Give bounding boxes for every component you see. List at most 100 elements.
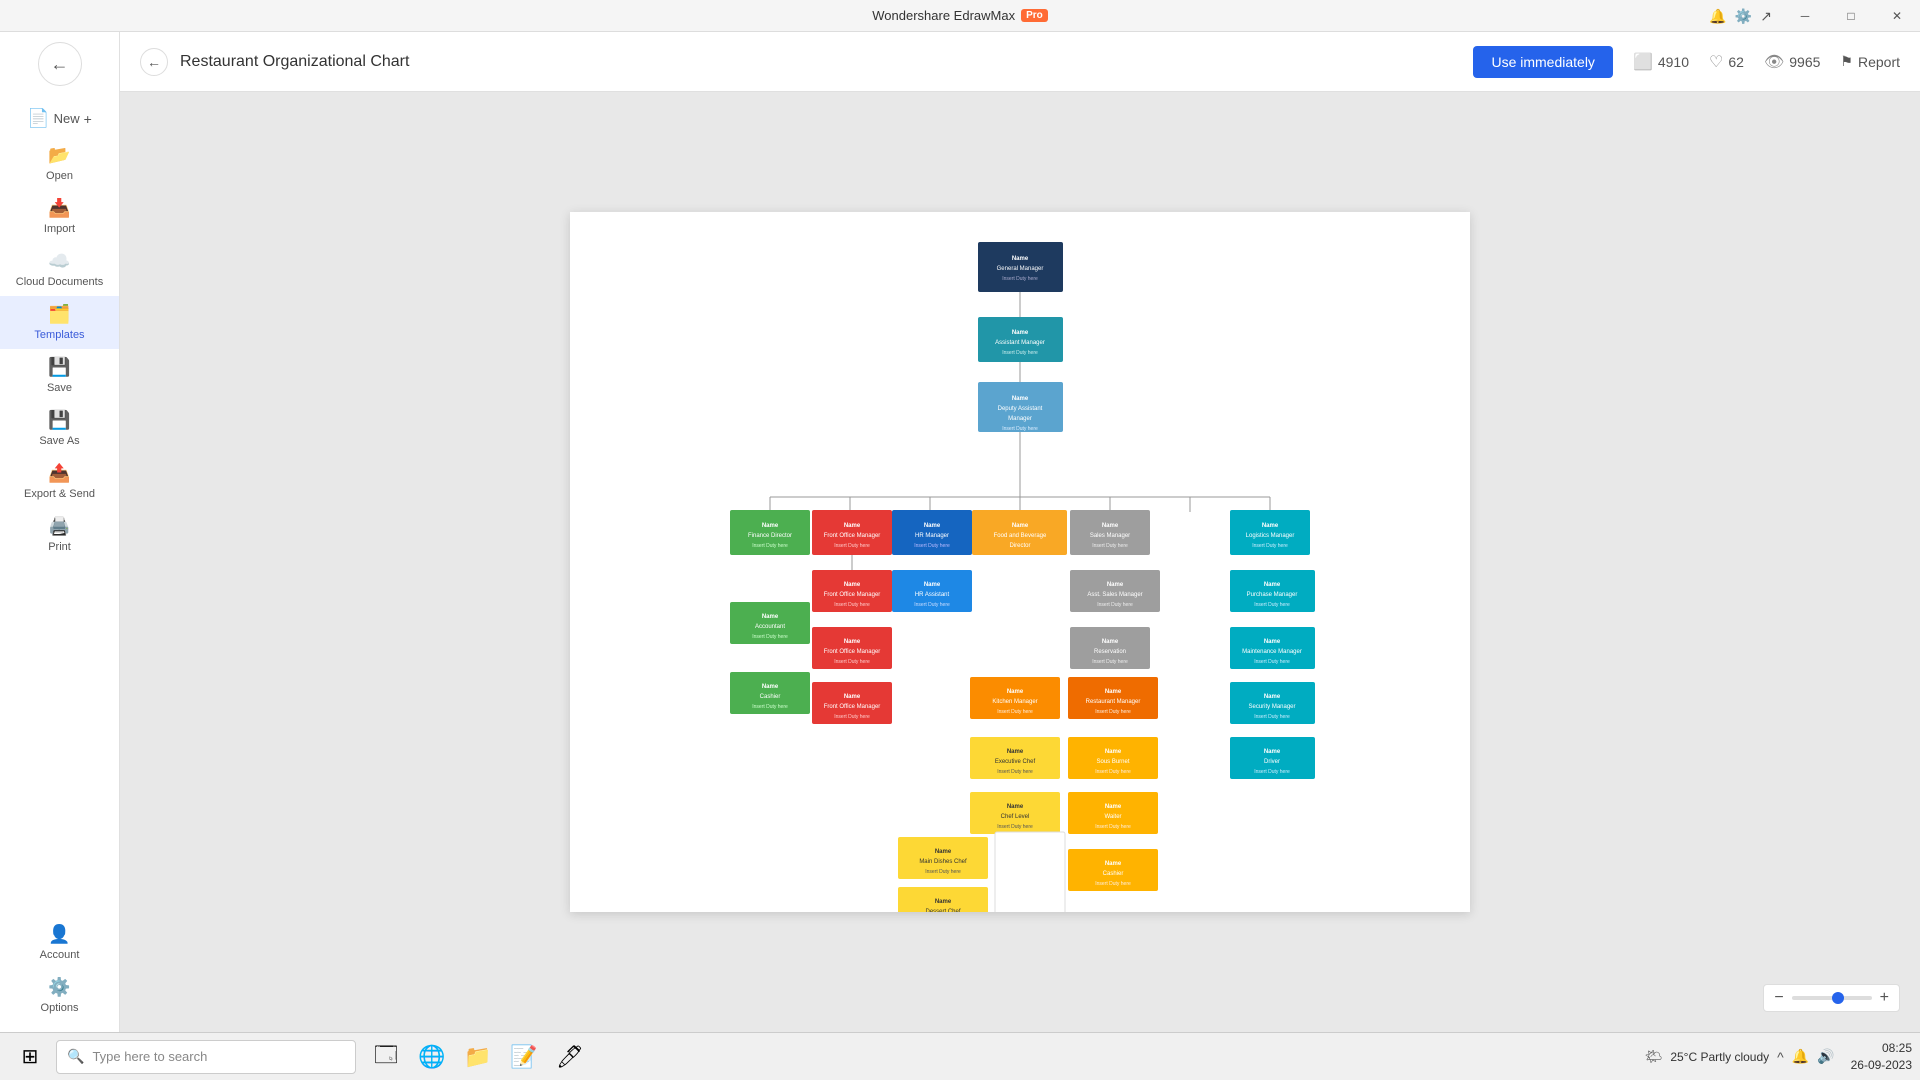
taskbar-app-edge[interactable]: 🌐 [410, 1035, 454, 1079]
svg-text:Cashier: Cashier [760, 694, 781, 700]
svg-text:Food and Beverage: Food and Beverage [994, 533, 1047, 539]
downloads-stat: ⬜ 4910 [1633, 52, 1689, 72]
svg-text:Name: Name [1105, 749, 1122, 755]
svg-text:Name: Name [935, 849, 952, 855]
start-button[interactable]: ⊞ [8, 1035, 52, 1079]
notification-sys-icon: 🔔 [1792, 1048, 1809, 1065]
header-back-button[interactable]: ← [140, 48, 168, 76]
clock-date: 26-09-2023 [1851, 1057, 1912, 1074]
svg-text:Name: Name [935, 899, 952, 905]
use-immediately-button[interactable]: Use immediately [1473, 46, 1612, 78]
sidebar-item-saveas[interactable]: 💾 Save As [0, 402, 119, 455]
svg-text:Assistant Manager: Assistant Manager [995, 340, 1045, 346]
cloud-icon: ☁️ [48, 251, 70, 272]
sidebar-item-account[interactable]: 👤 Account [0, 916, 119, 969]
svg-text:Name: Name [1107, 582, 1124, 588]
likes-value: 62 [1728, 54, 1744, 70]
svg-text:Name: Name [844, 582, 861, 588]
svg-text:Kitchen Manager: Kitchen Manager [992, 699, 1037, 705]
export-icon[interactable]: ↗ [1760, 8, 1772, 25]
zoom-controls: − + [1763, 984, 1900, 1012]
taskbar-app-explorer[interactable]: 📁 [456, 1035, 500, 1079]
sidebar-save-label: Save [47, 382, 72, 394]
sidebar-item-print[interactable]: 🖨️ Print [0, 508, 119, 561]
svg-text:HR Manager: HR Manager [915, 533, 949, 539]
sidebar-item-import[interactable]: 📥 Import [0, 190, 119, 243]
svg-text:Name: Name [1264, 749, 1281, 755]
sidebar-templates-label: Templates [34, 329, 84, 341]
zoom-out-button[interactable]: − [1774, 989, 1783, 1007]
svg-text:Dessert Chef: Dessert Chef [925, 909, 960, 912]
svg-text:Insert Duty here: Insert Duty here [1092, 659, 1128, 665]
sidebar-item-save[interactable]: 💾 Save [0, 349, 119, 402]
templates-icon: 🗂️ [48, 304, 70, 325]
taskbar-search[interactable]: 🔍 Type here to search [56, 1040, 356, 1074]
sidebar-back-button[interactable]: ← [38, 42, 82, 86]
taskbar-sys-icons: 🌤 25°C Partly cloudy ^ 🔔 🔊 [1637, 1048, 1843, 1065]
svg-text:Insert Duty here: Insert Duty here [752, 704, 788, 710]
svg-text:Asst. Sales Manager: Asst. Sales Manager [1087, 592, 1142, 598]
sidebar-item-export[interactable]: 📤 Export & Send [0, 455, 119, 508]
svg-text:Insert Duty here: Insert Duty here [1002, 426, 1038, 432]
weather-text: 25°C Partly cloudy [1670, 1050, 1769, 1064]
zoom-slider-thumb [1832, 992, 1844, 1004]
zoom-in-button[interactable]: + [1880, 989, 1889, 1007]
sidebar-item-options[interactable]: ⚙️ Options [0, 969, 119, 1022]
svg-text:Name: Name [1012, 256, 1029, 262]
sidebar-item-open[interactable]: 📂 Open [0, 137, 119, 190]
svg-text:Finance Director: Finance Director [748, 533, 792, 539]
svg-text:Insert Duty here: Insert Duty here [1252, 543, 1288, 549]
settings-icon[interactable]: ⚙️ [1735, 8, 1752, 25]
svg-text:Name: Name [1102, 523, 1119, 529]
search-icon: 🔍 [67, 1048, 84, 1065]
svg-text:Insert Duty here: Insert Duty here [914, 543, 950, 549]
svg-text:Accountant: Accountant [755, 624, 785, 630]
svg-text:Insert Duty here: Insert Duty here [1254, 769, 1290, 775]
svg-text:Purchase Manager: Purchase Manager [1247, 592, 1298, 598]
header-actions: Use immediately ⬜ 4910 ♡ 62 👁 9965 ⚑ Rep… [1473, 46, 1900, 78]
svg-text:Name: Name [844, 523, 861, 529]
taskbar-app-taskview[interactable]: 🗔 [364, 1035, 408, 1079]
svg-text:Driver: Driver [1264, 759, 1280, 765]
svg-text:Name: Name [1264, 639, 1281, 645]
sidebar-import-label: Import [44, 223, 75, 235]
sidebar-item-templates[interactable]: 🗂️ Templates [0, 296, 119, 349]
svg-text:Insert Duty here: Insert Duty here [1095, 709, 1131, 715]
svg-text:Name: Name [924, 582, 941, 588]
svg-text:Name: Name [1105, 689, 1122, 695]
minimize-button[interactable]: ─ [1782, 0, 1828, 32]
svg-text:Sales Manager: Sales Manager [1090, 533, 1130, 539]
svg-text:Front Office Manager: Front Office Manager [824, 649, 881, 655]
sidebar-saveas-label: Save As [39, 435, 79, 447]
svg-text:Front Office Manager: Front Office Manager [824, 704, 881, 710]
svg-text:Name: Name [762, 523, 779, 529]
svg-text:Name: Name [844, 694, 861, 700]
svg-text:Logistics Manager: Logistics Manager [1246, 533, 1295, 539]
taskbar-app-word[interactable]: 📝 [502, 1035, 546, 1079]
svg-text:Insert Duty here: Insert Duty here [914, 602, 950, 608]
svg-text:Restaurant Manager: Restaurant Manager [1086, 699, 1141, 705]
svg-text:Name: Name [1007, 689, 1024, 695]
export-send-icon: 📤 [48, 463, 70, 484]
svg-text:HR Assistant: HR Assistant [915, 592, 950, 598]
taskbar-app-edraw[interactable]: 🖊 [548, 1035, 592, 1079]
svg-text:Executive Chef: Executive Chef [995, 759, 1036, 765]
svg-text:Reservation: Reservation [1094, 649, 1126, 655]
svg-text:Insert Duty here: Insert Duty here [1095, 881, 1131, 887]
report-button[interactable]: ⚑ Report [1840, 53, 1900, 70]
sidebar-account-label: Account [40, 949, 80, 961]
canvas-paper[interactable]: Name General Manager Insert Duty here Na… [570, 212, 1470, 912]
zoom-slider[interactable] [1792, 996, 1872, 1000]
taskbar-apps: 🗔 🌐 📁 📝 🖊 [364, 1035, 592, 1079]
close-button[interactable]: ✕ [1874, 0, 1920, 32]
sidebar-new-label: New [54, 111, 80, 126]
restore-button[interactable]: □ [1828, 0, 1874, 32]
svg-text:Chef Level: Chef Level [1001, 814, 1030, 820]
sidebar-item-new[interactable]: 📄 New + [0, 100, 119, 137]
sidebar-item-cloud[interactable]: ☁️ Cloud Documents [0, 243, 119, 296]
import-icon: 📥 [48, 198, 70, 219]
notifications-icon[interactable]: 🔔 [1709, 8, 1726, 25]
svg-text:Name: Name [1105, 861, 1122, 867]
sidebar-open-label: Open [46, 170, 73, 182]
svg-text:Insert Duty here: Insert Duty here [997, 769, 1033, 775]
